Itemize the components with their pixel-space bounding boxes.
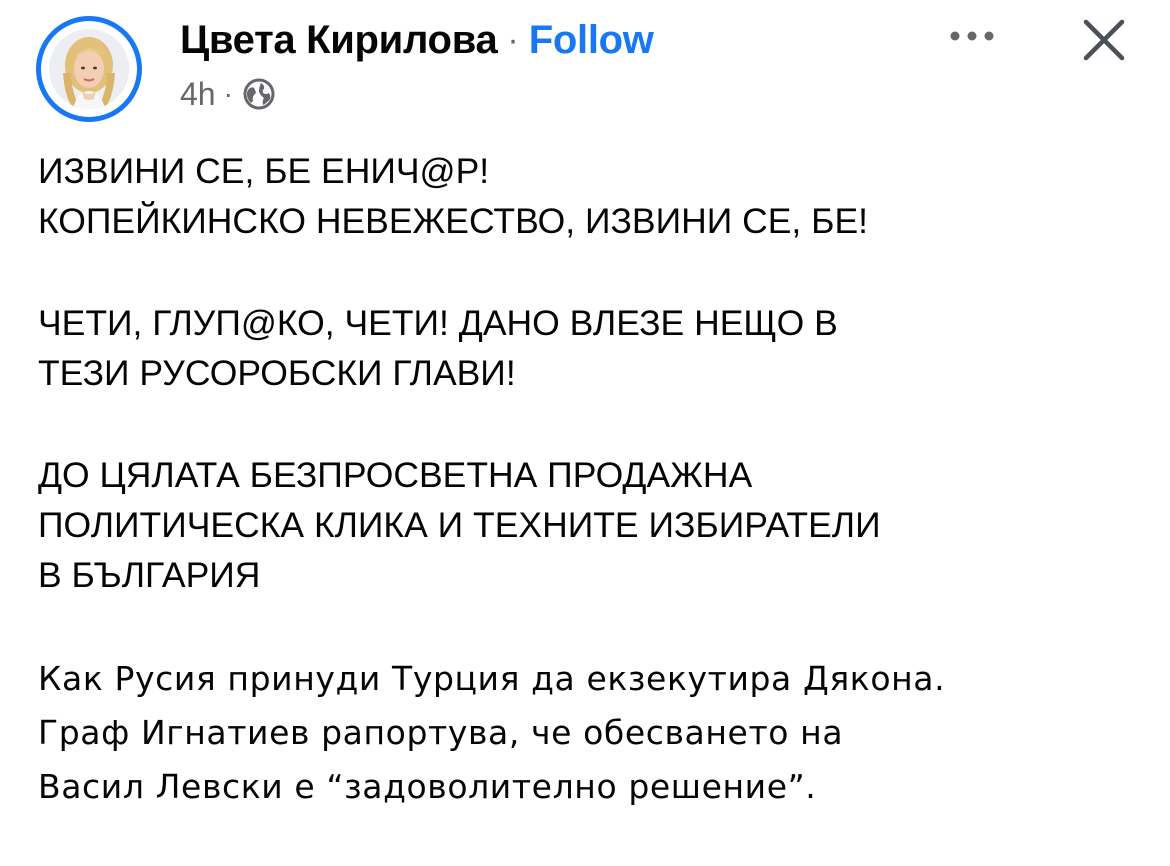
post-timestamp[interactable]: 4h	[180, 76, 216, 113]
name-separator: ·	[507, 20, 519, 59]
post-paragraph: ЧЕТИ, ГЛУП@КО, ЧЕТИ! ДАНО ВЛЕЗЕ НЕЩО В Т…	[38, 298, 1148, 398]
post-text-line: ПОЛИТИЧЕСКА КЛИКА И ТЕХНИТЕ ИЗБИРАТЕЛИ	[38, 505, 881, 545]
author-name[interactable]: Цвета Кирилова	[180, 18, 498, 63]
post-text-line: ТЕЗИ РУСОРОБСКИ ГЛАВИ!	[38, 353, 516, 393]
avatar[interactable]	[49, 29, 129, 109]
post-meta: 4h ·	[180, 72, 277, 116]
follow-button[interactable]: Follow	[529, 18, 654, 63]
post-paragraph: Как Русия принуди Турция да екзекутира Д…	[38, 652, 1148, 814]
more-horizontal-icon	[950, 31, 994, 41]
close-button[interactable]	[1072, 8, 1136, 72]
globe-icon[interactable]	[241, 76, 277, 112]
post-paragraph: ДО ЦЯЛАТА БЕЗПРОСВЕТНА ПРОДАЖНА ПОЛИТИЧЕ…	[38, 450, 1148, 600]
post-text-line: Васил Левски е “задоволително решение”.	[38, 767, 817, 806]
post-text-line: ДО ЦЯЛАТА БЕЗПРОСВЕТНА ПРОДАЖНА	[38, 455, 753, 495]
meta-separator: ·	[223, 78, 233, 109]
post-header: Цвета Кирилова · Follow 4h ·	[0, 0, 1170, 130]
avatar-story-ring[interactable]	[36, 16, 142, 122]
post-text-line: ИЗВИНИ СЕ, БЕ ЕНИЧ@Р!	[38, 151, 490, 191]
post-text-line: В БЪЛГАРИЯ	[38, 555, 261, 595]
avatar-image	[49, 29, 129, 109]
post-paragraph: ИЗВИНИ СЕ, БЕ ЕНИЧ@Р! КОПЕЙКИНСКО НЕВЕЖЕ…	[38, 146, 1148, 246]
post-text: ИЗВИНИ СЕ, БЕ ЕНИЧ@Р! КОПЕЙКИНСКО НЕВЕЖЕ…	[38, 146, 1148, 866]
close-icon	[1083, 19, 1125, 61]
more-options-button[interactable]	[944, 16, 1000, 56]
post-text-line: Как Русия принуди Турция да екзекутира Д…	[38, 659, 946, 698]
name-row: Цвета Кирилова · Follow	[180, 14, 654, 66]
post-text-line: ЧЕТИ, ГЛУП@КО, ЧЕТИ! ДАНО ВЛЕЗЕ НЕЩО В	[38, 303, 838, 343]
post-text-line: КОПЕЙКИНСКО НЕВЕЖЕСТВО, ИЗВИНИ СЕ, БЕ!	[38, 201, 868, 241]
post-text-line: Граф Игнатиев рапортува, че обесването н…	[38, 713, 844, 752]
